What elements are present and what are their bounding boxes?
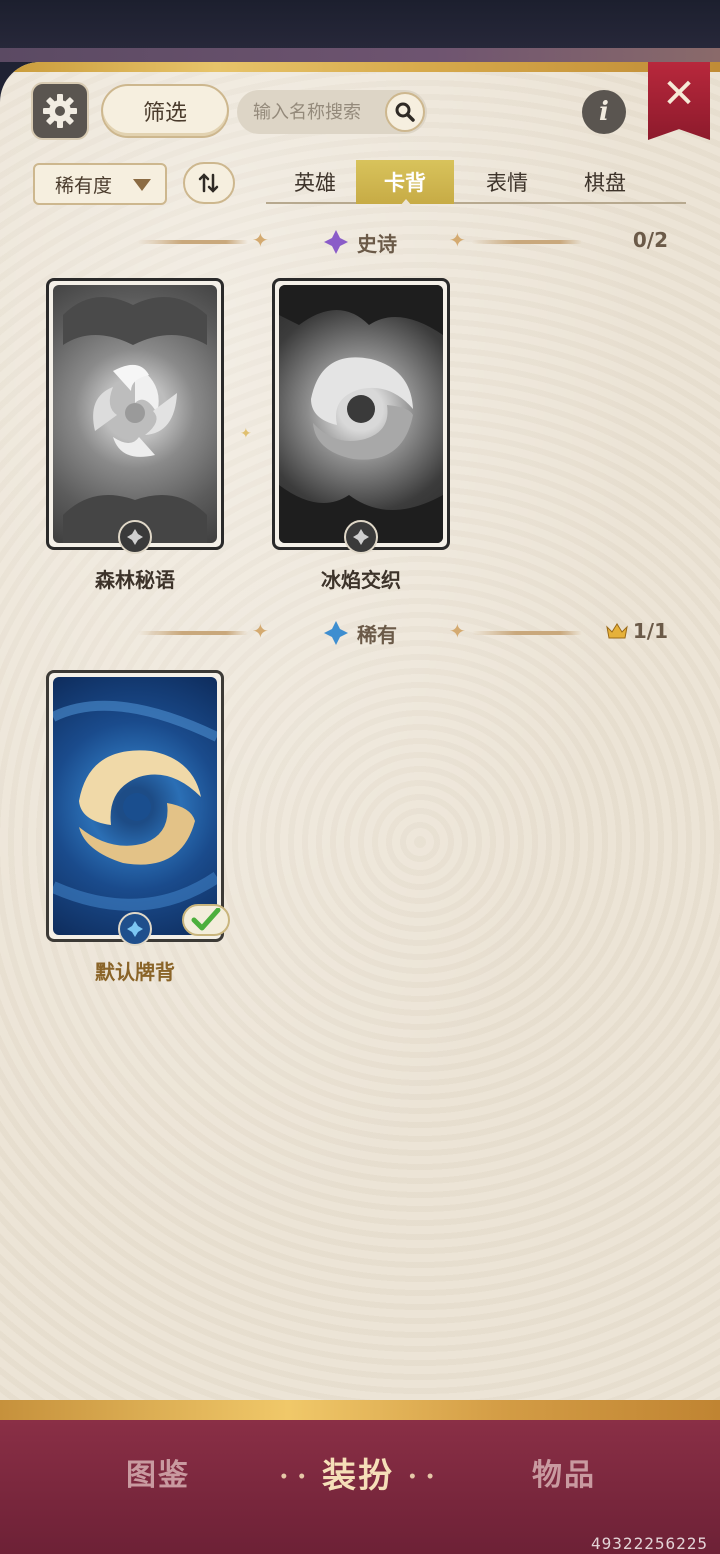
sparkle-icon: ✦ (240, 426, 252, 442)
section-title: 史诗 (357, 231, 397, 256)
tab-heroes[interactable]: 英雄 (266, 160, 364, 204)
search-field[interactable] (237, 90, 427, 134)
info-icon: i (599, 97, 609, 127)
search-button[interactable] (385, 92, 425, 132)
epic-gem-icon (324, 230, 348, 254)
card-art (53, 677, 217, 935)
card-art (279, 285, 443, 543)
sparkle-icon: ✦ (252, 619, 269, 643)
section-header-rare: ✦ 稀有 ✦ 1/1 (0, 613, 720, 653)
nav-item-collection[interactable]: 图鉴 (78, 1450, 238, 1500)
section-header-epic: ✦ 史诗 ✦ 0/2 (0, 222, 720, 262)
watermark-id: 49322256225 (591, 1534, 708, 1553)
panel-bottom-trim (0, 1400, 720, 1422)
sparkle-icon: ✦ (449, 619, 466, 643)
section-count: 0/2 (632, 228, 668, 252)
section-title: 稀有 (357, 622, 397, 647)
category-tabs: 英雄 卡背 表情 棋盘 (266, 160, 686, 206)
tab-boards[interactable]: 棋盘 (556, 160, 654, 204)
sort-dropdown-value: 稀有度 (55, 174, 113, 197)
card-name: 森林秘语 (95, 568, 175, 592)
sparkle-icon: ✦ (449, 228, 466, 252)
sort-order-button[interactable] (183, 162, 235, 204)
card-back-item[interactable]: 森林秘语 (46, 278, 224, 592)
nav-item-cosmetics[interactable]: • • 装扮 • • (278, 1448, 438, 1498)
tab-emotes[interactable]: 表情 (458, 160, 556, 204)
card-name: 冰焰交织 (321, 568, 401, 592)
chevron-down-icon (133, 179, 151, 191)
search-icon (395, 102, 415, 122)
card-art (53, 285, 217, 543)
card-back-item[interactable]: 默认牌背 (46, 670, 230, 984)
rarity-gem-icon (118, 912, 152, 946)
check-icon (191, 908, 221, 931)
sort-dropdown[interactable]: 稀有度 (33, 163, 167, 205)
crown-icon (606, 623, 628, 639)
sparkle-icon: ✦ (252, 228, 269, 252)
card-name: 默认牌背 (95, 960, 175, 984)
swap-vertical-icon (198, 173, 219, 193)
settings-button[interactable] (31, 82, 89, 140)
close-icon: ✕ (662, 71, 696, 117)
info-button[interactable]: i (582, 90, 626, 134)
nav-item-items[interactable]: 物品 (484, 1450, 644, 1500)
rarity-gem-icon (118, 520, 152, 554)
rarity-gem-icon (344, 520, 378, 554)
section-count: 1/1 (605, 619, 668, 643)
card-back-item[interactable]: 冰焰交织 (272, 278, 450, 592)
gear-icon (43, 94, 77, 128)
tab-card-backs[interactable]: 卡背 (356, 160, 454, 206)
close-button[interactable]: ✕ (648, 62, 710, 140)
search-input[interactable] (253, 101, 383, 123)
equipped-badge (182, 904, 230, 936)
top-status-strip (0, 0, 720, 62)
filter-button[interactable]: 筛选 (101, 84, 229, 138)
rare-gem-icon (324, 621, 348, 645)
